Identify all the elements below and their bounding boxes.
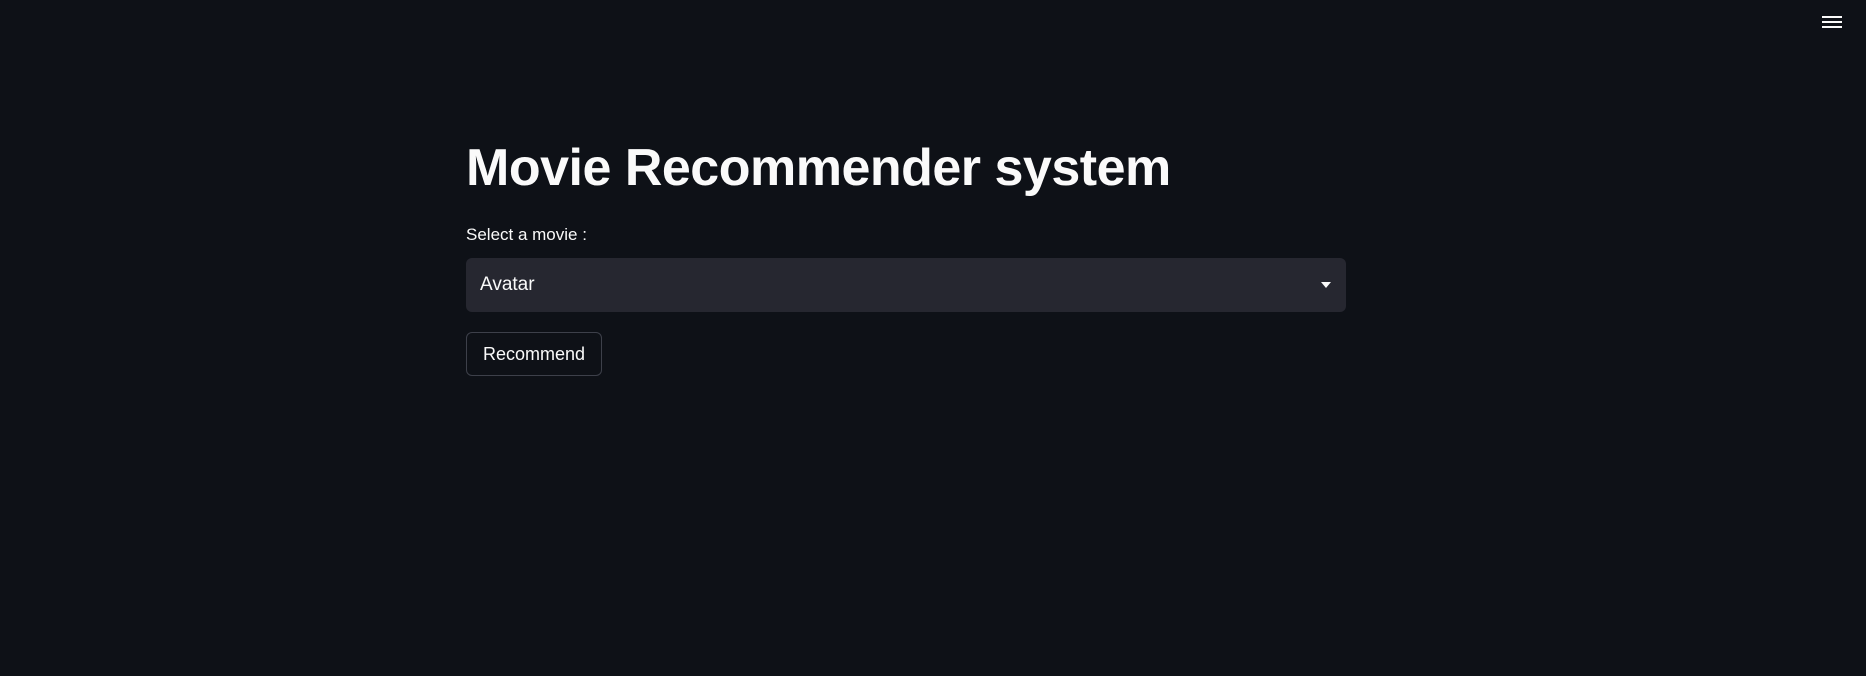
movie-select-value: Avatar [480,274,535,295]
recommend-button[interactable]: Recommend [466,332,603,376]
main-menu-button[interactable] [1816,8,1848,36]
hamburger-menu-icon [1821,13,1843,31]
movie-select-label: Select a movie : [466,225,587,244]
main-content: Movie Recommender system Select a movie … [466,132,1346,376]
chevron-down-icon [1320,281,1332,289]
page-title: Movie Recommender system [466,139,1171,197]
app-container: Movie Recommender system Select a movie … [0,0,1866,676]
movie-select[interactable]: Avatar [466,258,1346,312]
